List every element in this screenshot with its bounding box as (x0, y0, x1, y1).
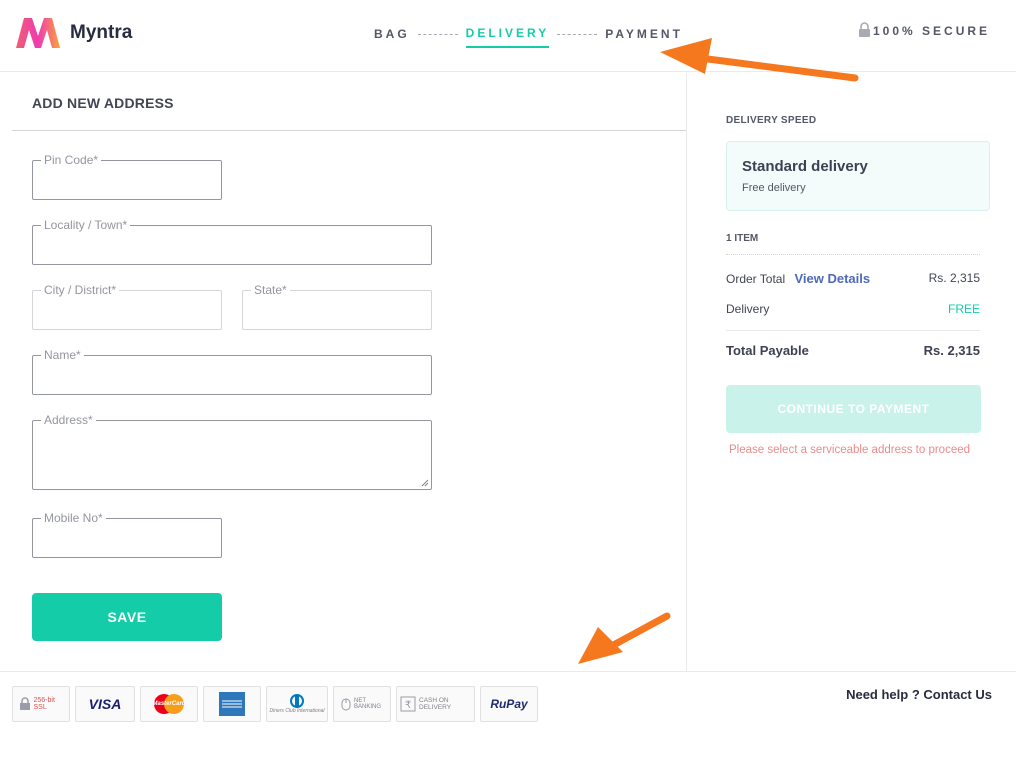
amex-badge (203, 686, 261, 722)
total-payable-label: Total Payable (726, 343, 809, 358)
name-field[interactable]: Name* (32, 348, 432, 395)
step-payment[interactable]: PAYMENT (605, 27, 683, 47)
step-bag[interactable]: BAG (374, 27, 410, 47)
order-total-value: Rs. 2,315 (928, 271, 980, 285)
net-banking-text: NET BANKING (354, 698, 382, 710)
diners-club-text: Diners Club International (269, 708, 325, 714)
diners-club-icon (290, 694, 304, 708)
divider (726, 330, 980, 331)
name-input[interactable] (33, 356, 431, 394)
lock-icon (859, 22, 870, 37)
help-contact-link[interactable]: Need help ? Contact Us (846, 687, 992, 702)
save-address-button[interactable]: SAVE (32, 593, 222, 641)
amex-icon (219, 692, 245, 716)
step-separator (417, 33, 458, 35)
state-field[interactable]: State* (242, 283, 432, 330)
city-label: City / District* (41, 283, 119, 297)
address-field[interactable]: Address* (32, 413, 432, 490)
address-label: Address* (41, 413, 96, 427)
cash-on-delivery-badge: ₹ CASH ON DELIVERY (396, 686, 475, 722)
secure-label: 100% SECURE (873, 24, 991, 38)
delivery-speed-title: DELIVERY SPEED (726, 115, 817, 126)
items-count: 1 ITEM (726, 233, 759, 244)
divider (12, 130, 686, 131)
total-payable-value: Rs. 2,315 (923, 343, 980, 358)
mobile-field[interactable]: Mobile No* (32, 511, 222, 558)
rupee-note-icon: ₹ (400, 696, 416, 712)
address-error-message: Please select a serviceable address to p… (729, 444, 971, 456)
address-textarea[interactable] (33, 421, 431, 489)
payment-badges: 256-bit SSL VISA MasterCard Diners Club … (12, 686, 538, 722)
step-separator (557, 33, 598, 35)
padlock-icon (19, 697, 30, 710)
ssl-badge-text: 256-bit SSL (33, 697, 55, 711)
ssl-badge: 256-bit SSL (12, 686, 70, 722)
delivery-option-name: Standard delivery (742, 158, 868, 175)
mastercard-text: MasterCard (152, 701, 186, 707)
cash-on-delivery-text: CASH ON DELIVERY (419, 697, 452, 711)
delivery-option-card[interactable]: Standard delivery Free delivery (726, 141, 990, 211)
checkout-steps: BAG DELIVERY PAYMENT (374, 26, 683, 48)
continue-to-payment-button[interactable]: CONTINUE TO PAYMENT (726, 385, 981, 433)
address-form-panel: ADD NEW ADDRESS Pin Code* Locality / Tow… (12, 73, 686, 671)
total-payable-row: Total Payable Rs. 2,315 (726, 343, 980, 358)
myntra-logo-icon[interactable] (14, 16, 62, 50)
mobile-label: Mobile No* (41, 511, 106, 525)
secure-indicator: 100% SECURE (858, 22, 990, 38)
visa-badge: VISA (75, 686, 135, 722)
locality-field[interactable]: Locality / Town* (32, 218, 432, 265)
brand-name: Myntra (70, 22, 133, 43)
delivery-option-note: Free delivery (742, 182, 806, 194)
delivery-label: Delivery (726, 302, 770, 316)
svg-text:₹: ₹ (405, 700, 411, 711)
order-total-label: Order Total (726, 272, 786, 286)
rupay-badge: RuPay (480, 686, 538, 722)
mastercard-badge: MasterCard (140, 686, 198, 722)
divider (726, 254, 980, 255)
resize-handle-icon[interactable] (421, 479, 429, 487)
locality-label: Locality / Town* (41, 218, 131, 232)
delivery-value: FREE (947, 302, 980, 316)
mouse-icon (341, 698, 351, 711)
checkout-header: Myntra BAG DELIVERY PAYMENT 100% SECURE (0, 0, 1016, 72)
pincode-field[interactable]: Pin Code* (32, 153, 222, 200)
address-form-title: ADD NEW ADDRESS (32, 95, 174, 111)
state-label: State* (251, 283, 290, 297)
view-details-link[interactable]: View Details (794, 271, 870, 286)
step-delivery[interactable]: DELIVERY (465, 26, 550, 48)
panel-divider (686, 73, 687, 671)
order-total-row: Order Total View Details Rs. 2,315 (726, 271, 980, 286)
pincode-label: Pin Code* (41, 153, 102, 167)
order-total-label-group: Order Total View Details (726, 271, 870, 286)
checkout-footer: 256-bit SSL VISA MasterCard Diners Club … (0, 671, 1016, 761)
city-field[interactable]: City / District* (32, 283, 222, 330)
net-banking-badge: NET BANKING (333, 686, 391, 722)
name-label: Name* (41, 348, 84, 362)
diners-club-badge: Diners Club International (266, 686, 328, 722)
delivery-row: Delivery FREE (726, 302, 980, 316)
